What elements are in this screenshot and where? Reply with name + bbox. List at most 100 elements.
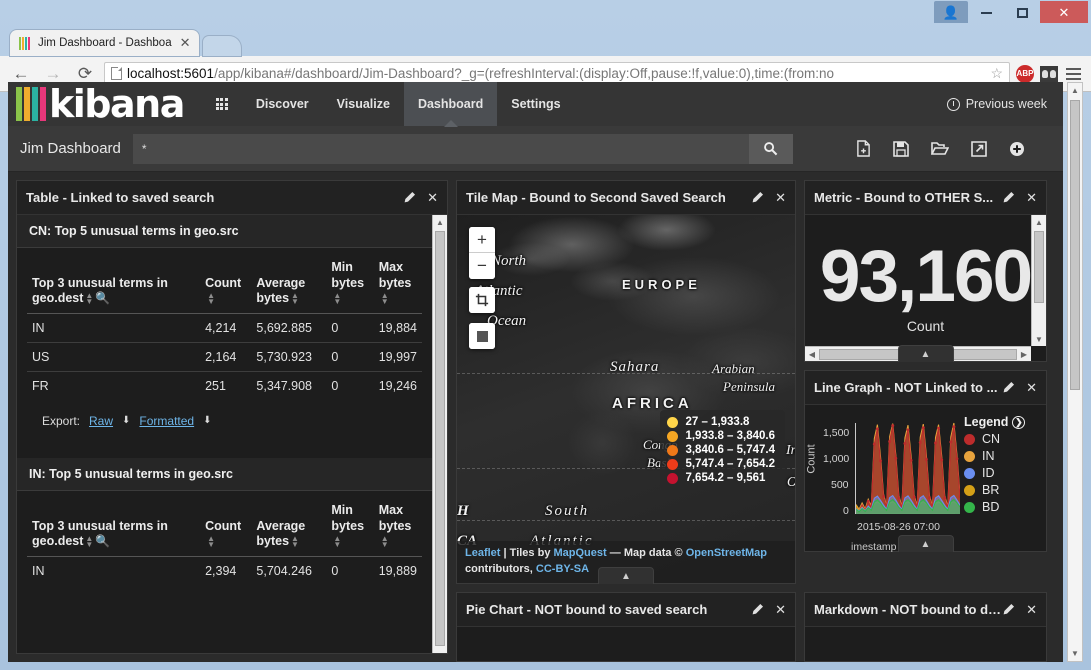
- maximize-button[interactable]: [1004, 1, 1040, 25]
- table-row[interactable]: US 2,164 5,730.923 0 19,997: [27, 342, 422, 372]
- legend-item-br[interactable]: BR: [964, 483, 1042, 497]
- close-panel-button[interactable]: ✕: [1026, 602, 1037, 618]
- share-dashboard-button[interactable]: [971, 140, 987, 157]
- legend-collapse-icon[interactable]: ❯: [1012, 415, 1026, 429]
- license-link[interactable]: CC-BY-SA: [536, 563, 589, 575]
- collapse-panel-tab[interactable]: ▲: [897, 535, 954, 552]
- new-dashboard-button[interactable]: [856, 140, 871, 157]
- page-info-icon[interactable]: [111, 67, 122, 80]
- profile-button[interactable]: 👤: [934, 1, 968, 23]
- edit-panel-button[interactable]: [1002, 191, 1015, 204]
- time-picker-button[interactable]: Previous week: [946, 82, 1063, 126]
- fit-bounds-button[interactable]: [469, 287, 495, 313]
- scrollbar-thumb[interactable]: [435, 231, 445, 646]
- sort-icon[interactable]: ▲ ▼: [291, 291, 299, 305]
- scroll-down-arrow-icon[interactable]: ▼: [1068, 646, 1082, 661]
- zoom-out-button[interactable]: −: [469, 253, 495, 279]
- minimize-button[interactable]: [968, 1, 1004, 25]
- legend-item-cn[interactable]: CN: [964, 432, 1042, 446]
- edit-panel-button[interactable]: [1002, 381, 1015, 394]
- map-legend-item[interactable]: 3,840.6 – 5,747.4: [667, 444, 775, 456]
- scroll-right-arrow-icon[interactable]: ▶: [1017, 350, 1031, 359]
- map-legend-item[interactable]: 27 – 1,933.8: [667, 416, 775, 428]
- legend-item-bd[interactable]: BD: [964, 500, 1042, 514]
- table-row[interactable]: IN 2,394 5,704.246 0 19,889: [27, 556, 422, 585]
- legend-item-in[interactable]: IN: [964, 449, 1042, 463]
- close-window-button[interactable]: ✕: [1040, 1, 1088, 23]
- search-button[interactable]: [748, 133, 793, 164]
- bookmark-star-icon[interactable]: ☆: [990, 65, 1003, 82]
- sort-icon[interactable]: ▲ ▼: [207, 291, 215, 305]
- abp-extension-icon[interactable]: ABP: [1016, 64, 1034, 83]
- export-formatted-link[interactable]: Formatted: [139, 414, 194, 428]
- scrollbar-thumb[interactable]: [1070, 100, 1080, 390]
- sort-icon[interactable]: ▲ ▼: [333, 291, 341, 305]
- draw-rectangle-button[interactable]: [469, 323, 495, 349]
- sort-icon[interactable]: ▲ ▼: [333, 534, 341, 548]
- edit-panel-button[interactable]: [751, 191, 764, 204]
- column-search-icon[interactable]: 🔍: [95, 291, 110, 305]
- column-search-icon[interactable]: 🔍: [95, 534, 110, 548]
- map-legend-item[interactable]: 5,747.4 – 7,654.2: [667, 458, 775, 470]
- load-dashboard-button[interactable]: [931, 141, 949, 156]
- legend-header[interactable]: Legend ❯: [964, 415, 1042, 429]
- close-panel-button[interactable]: ✕: [775, 602, 786, 618]
- th-avg[interactable]: Average bytes ▲ ▼: [251, 256, 327, 314]
- scroll-up-arrow-icon[interactable]: ▲: [1032, 215, 1046, 229]
- th-max[interactable]: Max bytes ▲ ▼: [373, 498, 422, 557]
- page-scrollbar[interactable]: ▲ ▼: [1067, 82, 1083, 662]
- sort-icon[interactable]: ▲ ▼: [381, 291, 389, 305]
- th-count[interactable]: Count ▲ ▼: [200, 498, 252, 557]
- map-legend-item[interactable]: 1,933.8 – 3,840.6: [667, 430, 775, 442]
- leaflet-link[interactable]: Leaflet: [465, 547, 500, 559]
- close-panel-button[interactable]: ✕: [775, 190, 786, 206]
- tab-close-icon[interactable]: ✕: [178, 35, 193, 51]
- sort-icon[interactable]: ▲ ▼: [207, 534, 215, 548]
- export-raw-link[interactable]: Raw: [89, 414, 113, 428]
- scroll-down-arrow-icon[interactable]: ▼: [1032, 332, 1046, 346]
- table-panel-scrollbar[interactable]: ▲: [432, 215, 447, 653]
- mapquest-link[interactable]: MapQuest: [554, 547, 607, 559]
- edit-panel-button[interactable]: [1002, 603, 1015, 616]
- th-terms[interactable]: Top 3 unusual terms in geo.dest ▲ ▼ 🔍: [27, 256, 201, 314]
- chrome-menu-icon[interactable]: [1064, 66, 1083, 82]
- th-terms[interactable]: Top 3 unusual terms in geo.dest ▲ ▼ 🔍: [27, 498, 201, 557]
- nav-item-visualize[interactable]: Visualize: [323, 82, 404, 126]
- th-min[interactable]: Min bytes ▲ ▼: [326, 256, 374, 314]
- th-count[interactable]: Count ▲ ▼: [200, 256, 252, 314]
- apps-grid-button[interactable]: [202, 82, 242, 126]
- edit-panel-button[interactable]: [751, 603, 764, 616]
- table-row[interactable]: IN 4,214 5,692.885 0 19,884: [27, 313, 422, 343]
- close-panel-button[interactable]: ✕: [427, 190, 438, 206]
- collapse-panel-tab[interactable]: ▲: [897, 345, 954, 362]
- sort-icon[interactable]: ▲ ▼: [85, 534, 93, 548]
- edit-panel-button[interactable]: [403, 191, 416, 204]
- line-chart-plot[interactable]: Count 1,500 1,000 500 0 2015-08-26 07:00…: [806, 411, 964, 553]
- browser-tab[interactable]: Jim Dashboard - Dashboa ✕: [10, 30, 199, 56]
- close-panel-button[interactable]: ✕: [1026, 380, 1037, 396]
- nav-item-settings[interactable]: Settings: [497, 82, 574, 126]
- save-dashboard-button[interactable]: [893, 140, 909, 157]
- openstreetmap-link[interactable]: OpenStreetMap: [686, 547, 767, 559]
- scroll-up-arrow-icon[interactable]: ▲: [1068, 83, 1082, 98]
- scroll-left-arrow-icon[interactable]: ◀: [805, 350, 819, 359]
- metric-vertical-scrollbar[interactable]: ▲ ▼: [1031, 215, 1046, 346]
- table-row[interactable]: FR 251 5,347.908 0 19,246: [27, 371, 422, 400]
- close-panel-button[interactable]: ✕: [1026, 190, 1037, 206]
- nav-item-discover[interactable]: Discover: [242, 82, 323, 126]
- th-max[interactable]: Max bytes ▲ ▼: [373, 256, 422, 314]
- nav-item-dashboard[interactable]: Dashboard: [403, 82, 498, 126]
- th-avg[interactable]: Average bytes ▲ ▼: [251, 498, 327, 557]
- search-input[interactable]: [132, 133, 749, 164]
- collapse-panel-tab[interactable]: ▲: [598, 567, 654, 584]
- scrollbar-thumb[interactable]: [1034, 231, 1044, 303]
- zoom-in-button[interactable]: +: [469, 227, 495, 253]
- th-min[interactable]: Min bytes ▲ ▼: [326, 498, 374, 557]
- binoculars-extension-icon[interactable]: [1040, 65, 1058, 82]
- scroll-up-arrow-icon[interactable]: ▲: [433, 215, 447, 229]
- legend-item-id[interactable]: ID: [964, 466, 1042, 480]
- new-tab-button[interactable]: [202, 36, 241, 56]
- map-canvas[interactable]: North Atlantic Ocean EUROPE Sahara Arabi…: [457, 215, 795, 583]
- sort-icon[interactable]: ▲ ▼: [381, 534, 389, 548]
- sort-icon[interactable]: ▲ ▼: [85, 291, 93, 305]
